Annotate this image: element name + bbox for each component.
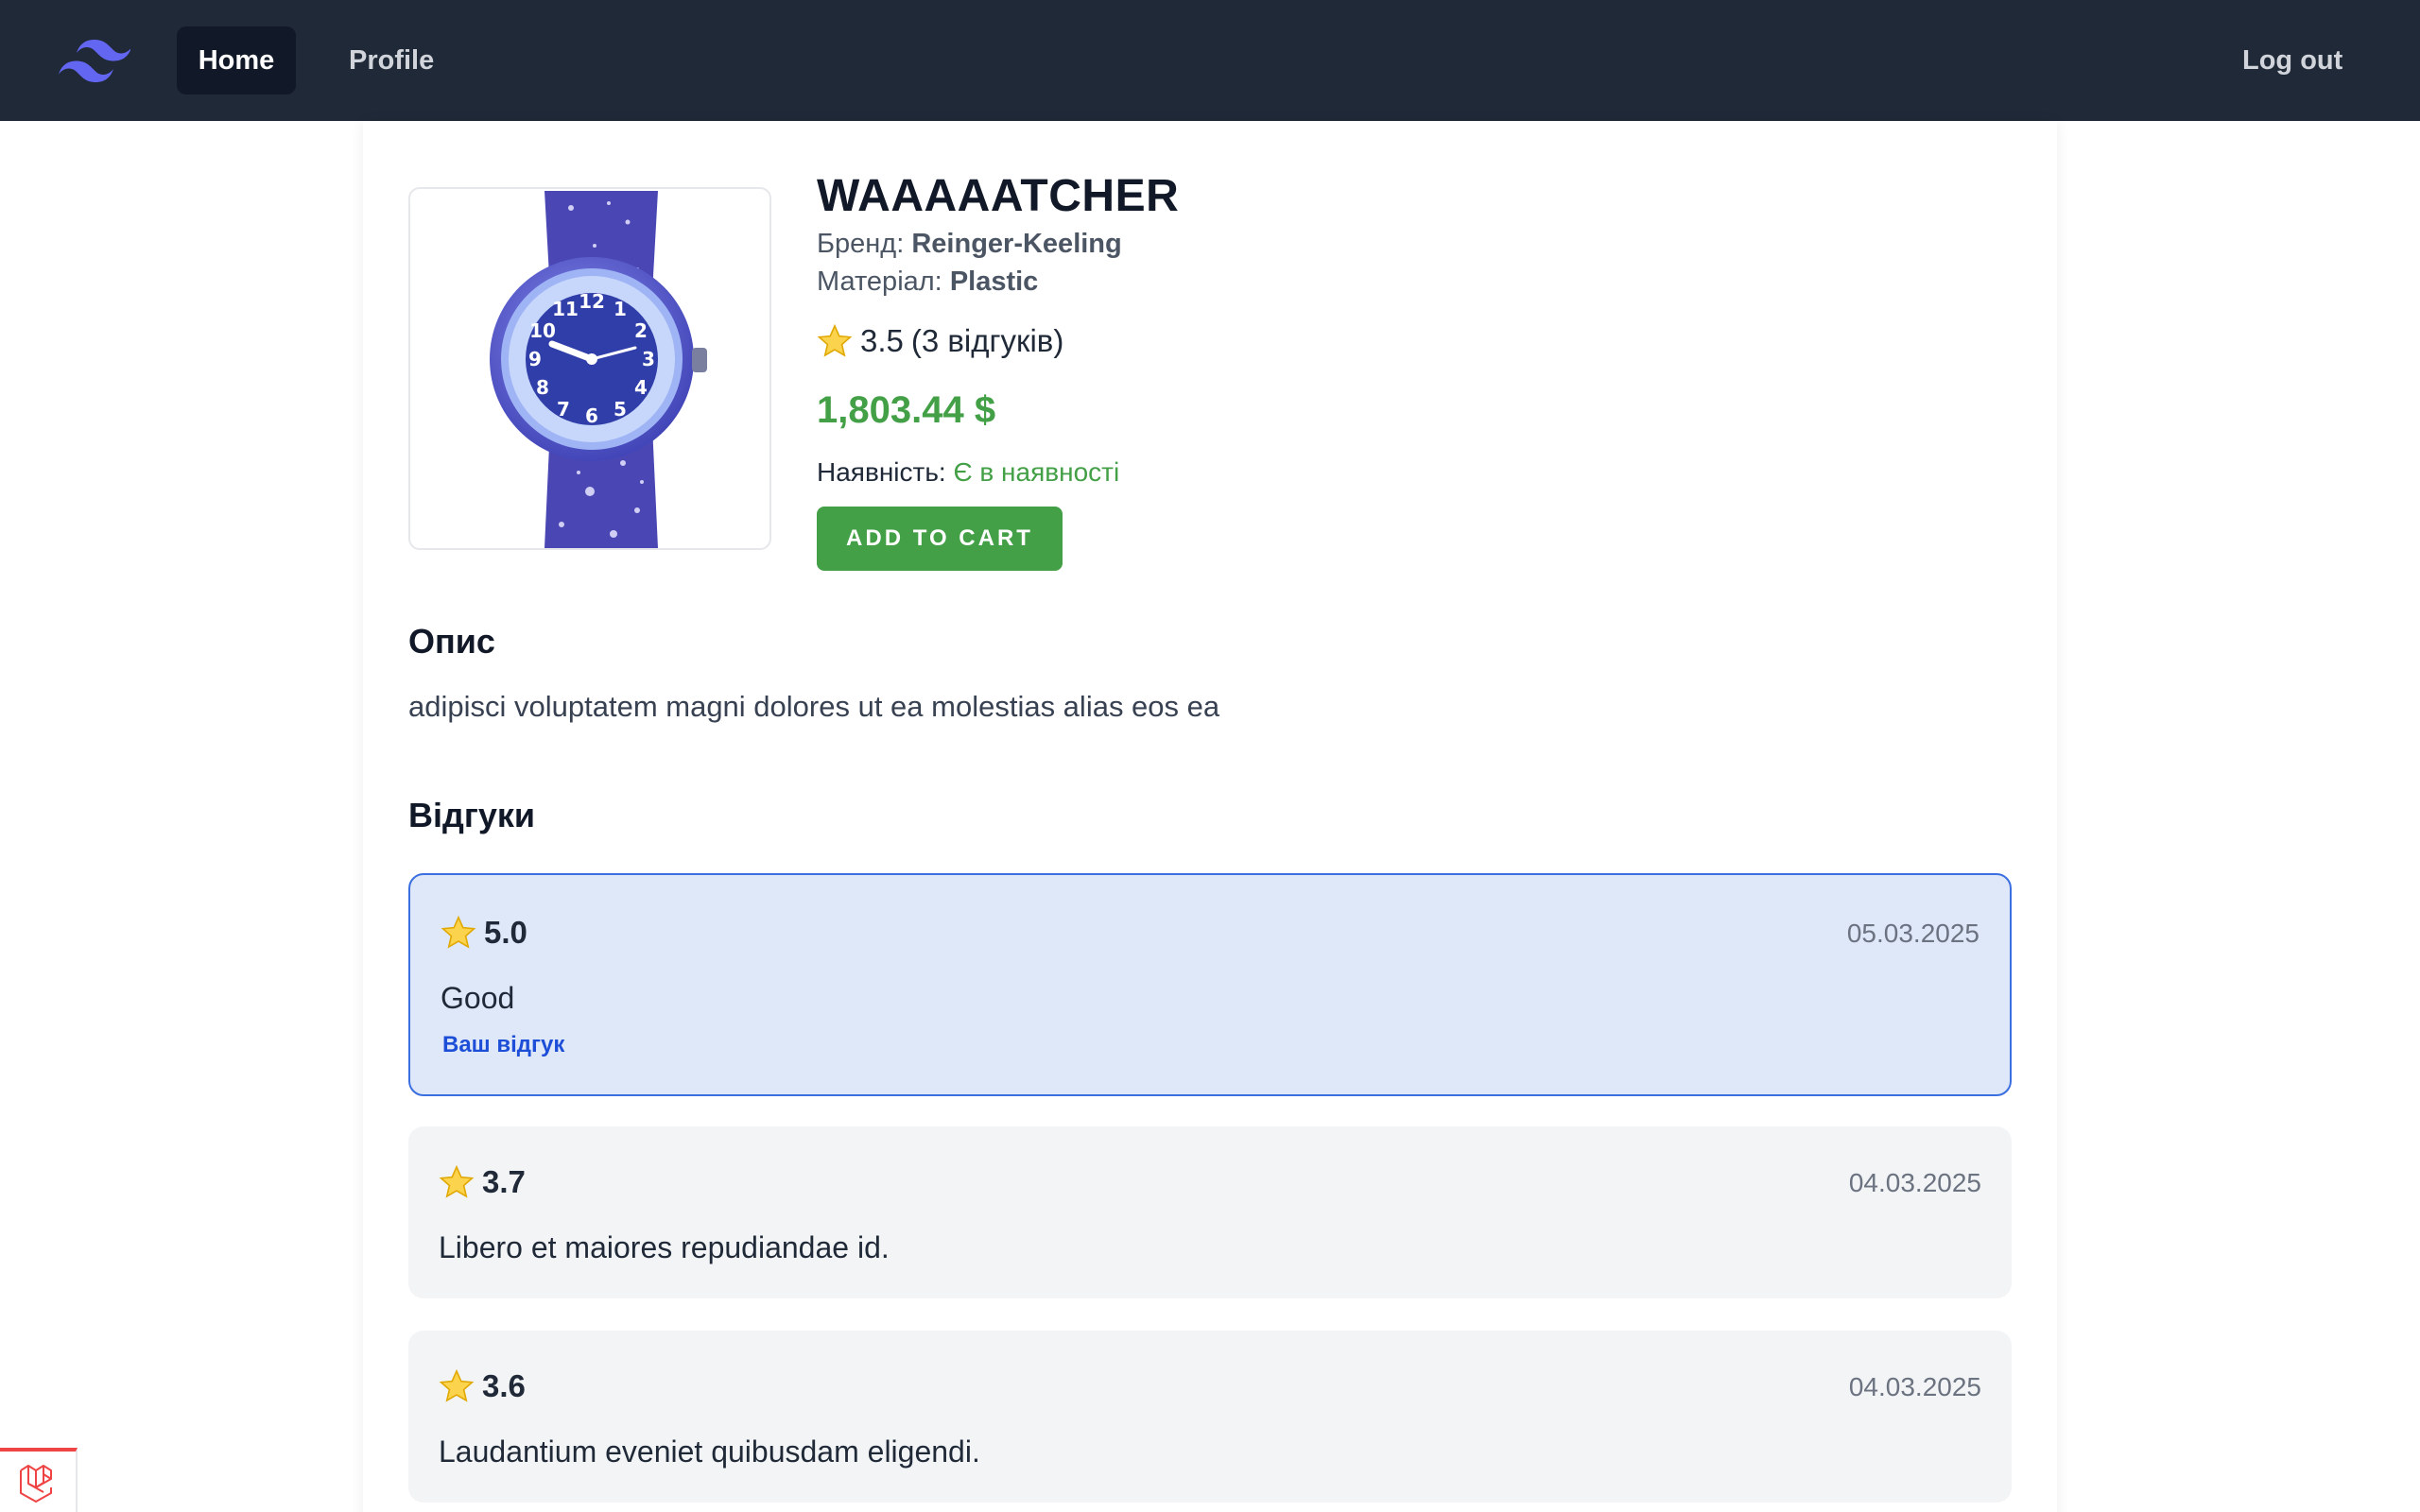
star-icon (817, 323, 853, 357)
brand-value: Reinger-Keeling (911, 229, 1122, 259)
product-price: 1,803.44 $ (817, 389, 996, 431)
tailwind-logo-icon[interactable] (59, 36, 130, 83)
material-value: Plastic (949, 266, 1039, 297)
star-icon (439, 1164, 475, 1198)
svg-text:8: 8 (536, 376, 549, 399)
review-text: Laudantium eveniet quibusdam eligendi. (439, 1435, 980, 1469)
product-material: Матеріал: Plastic (817, 266, 1038, 298)
product-brand: Бренд: Reinger-Keeling (817, 229, 1122, 260)
product-image: 12 1 2 3 4 5 6 7 8 9 10 11 (408, 187, 771, 550)
availability-label: Наявність: (817, 457, 946, 487)
wristwatch-image: 12 1 2 3 4 5 6 7 8 9 10 11 (490, 191, 707, 548)
product-title: WAAAAATCHER (817, 171, 1180, 221)
brand-label: Бренд: (817, 229, 905, 259)
description-text: adipisci voluptatem magni dolores ut ea … (408, 690, 1220, 723)
own-review-badge: Ваш відгук (442, 1032, 565, 1057)
material-label: Матеріал: (817, 266, 942, 297)
svg-text:10: 10 (529, 319, 556, 342)
svg-text:9: 9 (528, 348, 542, 370)
review-rating-value: 3.6 (482, 1368, 526, 1403)
review-date: 04.03.2025 (1848, 1372, 1981, 1401)
review-rating-value: 3.7 (482, 1164, 526, 1199)
rating-value: 3.5 (860, 323, 904, 358)
review-rating: 3.7 (439, 1164, 526, 1200)
review-date: 04.03.2025 (1848, 1168, 1981, 1197)
laravel-icon (20, 1465, 52, 1503)
svg-text:3: 3 (642, 348, 655, 370)
availability-value: Є в наявності (953, 457, 1120, 487)
rating-count: (3 відгуків) (910, 323, 1064, 358)
review-card-own: 5.0 05.03.2025 Good Ваш відгук (408, 873, 2012, 1096)
review-rating-value: 5.0 (484, 915, 527, 950)
star-icon (439, 1368, 475, 1402)
review-text: Libero et maiores repudiandae id. (439, 1230, 890, 1264)
laravel-debug-badge[interactable] (0, 1448, 78, 1512)
svg-text:7: 7 (557, 398, 570, 421)
svg-text:6: 6 (585, 404, 598, 427)
product-rating: 3.5 (3 відгуків) (817, 323, 1063, 359)
top-navbar: Home Profile Log out (0, 0, 2420, 121)
review-rating: 3.6 (439, 1368, 526, 1404)
review-card: 3.6 04.03.2025 Laudantium eveniet quibus… (408, 1331, 2012, 1503)
description-heading: Опис (408, 622, 495, 661)
nav-home-link[interactable]: Home (177, 26, 296, 94)
add-to-cart-button[interactable]: ADD TO CART (817, 507, 1063, 571)
svg-text:11: 11 (552, 298, 579, 320)
svg-text:2: 2 (634, 319, 648, 342)
svg-text:5: 5 (614, 398, 627, 421)
logout-link[interactable]: Log out (2220, 26, 2365, 94)
svg-text:12: 12 (579, 290, 605, 313)
review-rating: 5.0 (441, 915, 527, 951)
svg-text:4: 4 (634, 376, 648, 399)
product-availability: Наявність: Є в наявності (817, 457, 1119, 488)
star-icon (441, 915, 476, 949)
svg-text:1: 1 (614, 298, 627, 320)
reviews-heading: Відгуки (408, 796, 536, 834)
review-text: Good (441, 981, 515, 1015)
review-date: 05.03.2025 (1846, 919, 1979, 948)
nav-profile-link[interactable]: Profile (326, 26, 457, 94)
review-card: 3.7 04.03.2025 Libero et maiores repudia… (408, 1126, 2012, 1298)
